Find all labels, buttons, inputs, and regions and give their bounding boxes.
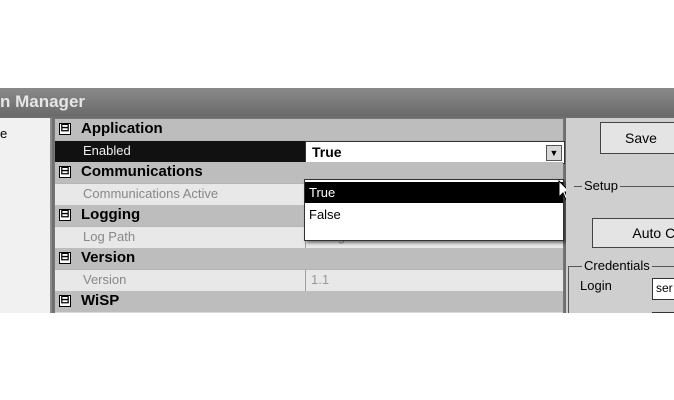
password-input[interactable] bbox=[652, 312, 674, 313]
login-input[interactable]: ser bbox=[652, 278, 674, 300]
category-label: Logging bbox=[81, 206, 141, 223]
category-label: Version bbox=[81, 249, 136, 266]
auto-config-button[interactable]: Auto Co bbox=[592, 218, 674, 248]
category-version[interactable]: ⊟ Version bbox=[55, 248, 563, 269]
enabled-value-select[interactable]: True ▼ bbox=[305, 141, 565, 164]
property-row-version[interactable]: Version 1.1 bbox=[55, 269, 563, 291]
right-panel: Save Setup Auto Co Credentials Login ser bbox=[566, 118, 674, 313]
screenshot-area: n Manager e ⊟ Application Enabled True ▼… bbox=[0, 88, 674, 313]
collapse-icon[interactable]: ⊟ bbox=[59, 123, 71, 135]
property-name: Enabled bbox=[83, 143, 131, 158]
login-label: Login bbox=[580, 278, 612, 293]
dropdown-option-true[interactable]: True bbox=[305, 182, 563, 203]
window-title: n Manager bbox=[0, 92, 86, 111]
column-divider bbox=[305, 270, 306, 291]
property-name: Version bbox=[83, 272, 127, 287]
collapse-icon[interactable]: ⊟ bbox=[59, 166, 71, 178]
property-row-enabled[interactable]: Enabled True ▼ bbox=[55, 140, 565, 164]
left-panel-text: e bbox=[0, 126, 8, 141]
property-value: True bbox=[312, 144, 342, 160]
category-application[interactable]: ⊟ Application bbox=[55, 119, 563, 140]
left-panel: e bbox=[0, 118, 52, 313]
category-label: Communications bbox=[81, 163, 203, 180]
dropdown-arrow-icon[interactable]: ▼ bbox=[546, 145, 562, 161]
window-titlebar: n Manager bbox=[0, 88, 674, 116]
collapse-icon[interactable]: ⊟ bbox=[59, 252, 71, 264]
enabled-dropdown-list[interactable]: True False bbox=[304, 179, 564, 241]
category-label: WiSP bbox=[81, 292, 120, 309]
category-wisp[interactable]: ⊟ WiSP bbox=[55, 291, 563, 312]
credentials-group-label: Credentials bbox=[582, 258, 652, 273]
category-label: Application bbox=[81, 120, 163, 137]
property-name: Log Path bbox=[83, 229, 136, 244]
collapse-icon[interactable]: ⊟ bbox=[59, 295, 71, 307]
property-value[interactable]: 1.1 bbox=[311, 272, 329, 287]
property-name: Communications Active bbox=[83, 186, 219, 201]
collapse-icon[interactable]: ⊟ bbox=[59, 209, 71, 221]
setup-group-label: Setup bbox=[582, 178, 620, 193]
save-button[interactable]: Save bbox=[600, 122, 674, 154]
dropdown-option-false[interactable]: False bbox=[305, 204, 563, 225]
